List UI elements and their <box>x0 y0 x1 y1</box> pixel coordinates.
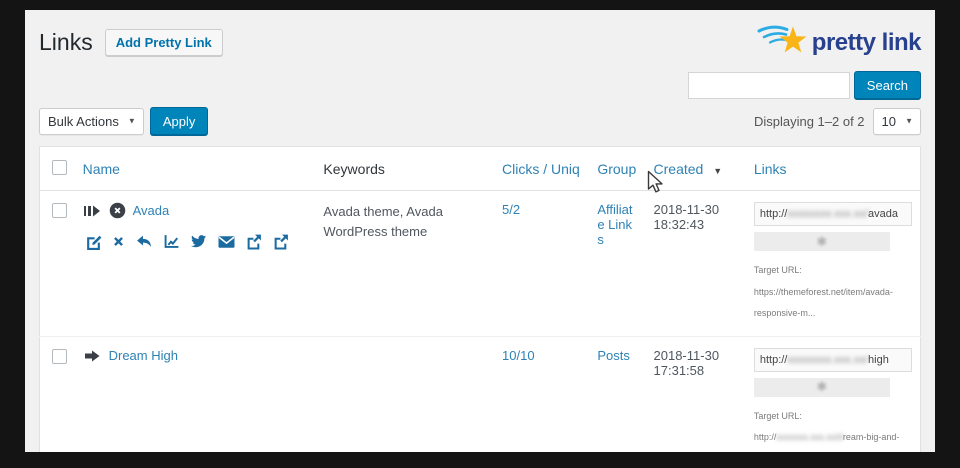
external-link-icon[interactable] <box>245 233 263 250</box>
links-cell: http://xxxxxxxx.xxx.xx/avada ✱ Target UR… <box>746 191 921 337</box>
controls-row: Bulk Actions ▼ Apply Displaying 1–2 of 2… <box>39 107 921 135</box>
keywords-cell: Avada theme, Avada WordPress theme <box>315 191 494 337</box>
target-url-label: Target URL: <box>754 265 802 275</box>
column-header-group[interactable]: Group <box>589 147 645 191</box>
url-blurred-domain: xxxxxxxx.xxx.xx/ <box>787 354 868 366</box>
table-header: Name Keywords Clicks / Uniq Group Create… <box>40 147 921 191</box>
link-name-dream-high[interactable]: Dream High <box>109 348 178 363</box>
delete-x-icon[interactable] <box>111 234 126 249</box>
bulk-actions-label: Bulk Actions <box>48 114 119 129</box>
stats-chart-icon[interactable] <box>162 233 180 250</box>
row-checkbox[interactable] <box>52 203 67 218</box>
column-header-keywords: Keywords <box>315 147 494 191</box>
column-header-links[interactable]: Links <box>746 147 921 191</box>
per-page-select[interactable]: 10 ▼ <box>873 108 921 135</box>
edit-icon[interactable] <box>85 233 102 250</box>
target-url-label: Target URL: <box>754 411 802 421</box>
links-table: Name Keywords Clicks / Uniq Group Create… <box>39 146 921 452</box>
target-url-text: Target URL: https://themeforest.net/item… <box>754 260 912 325</box>
url-slug: avada <box>868 208 898 220</box>
target-url-value: https://themeforest.net/item/avada-respo… <box>754 287 893 319</box>
bulk-actions-select[interactable]: Bulk Actions ▼ <box>39 108 144 135</box>
pretty-url-field[interactable]: http://xxxxxxxx.xxx.xx/avada <box>754 202 912 226</box>
chevron-down-icon: ▼ <box>905 117 913 126</box>
search-button[interactable]: Search <box>854 71 921 99</box>
displaying-count: Displaying 1–2 of 2 <box>754 114 865 129</box>
created-cell: 2018-11-30 18:32:43 <box>646 191 746 337</box>
url-blurred-domain: xxxxxxxx.xxx.xx/ <box>787 208 868 220</box>
column-header-clicks[interactable]: Clicks / Uniq <box>494 147 589 191</box>
table-row-avada: Avada <box>40 191 921 337</box>
bars-arrow-icon <box>83 203 102 219</box>
column-header-name[interactable]: Name <box>75 147 316 191</box>
link-name-avada[interactable]: Avada <box>133 203 170 218</box>
logo-star-swoosh-icon <box>756 23 810 62</box>
row-checkbox[interactable] <box>52 349 67 364</box>
chevron-down-icon: ▼ <box>128 117 136 126</box>
pretty-link-page: Links Add Pretty Link pretty link <box>25 10 935 452</box>
bulk-actions-group: Bulk Actions ▼ Apply <box>39 107 208 135</box>
share-icon: ✱ <box>816 234 827 250</box>
column-header-created-label[interactable]: Created <box>654 161 704 177</box>
name-cell: Avada <box>83 202 308 219</box>
column-header-created[interactable]: Created ▼ <box>646 147 746 191</box>
created-cell: 2018-11-30 17:31:58 <box>646 336 746 452</box>
social-share-bar[interactable]: ✱ <box>754 378 890 397</box>
target-url-value: http:// <box>754 432 777 442</box>
reset-arrow-icon[interactable] <box>135 233 153 250</box>
url-prefix: http:// <box>760 354 788 366</box>
social-share-bar[interactable]: ✱ <box>754 232 890 251</box>
row-actions <box>85 233 308 250</box>
twitter-icon[interactable] <box>189 233 208 250</box>
page-title: Links <box>39 28 93 58</box>
keywords-cell <box>315 336 494 452</box>
pagination-top: Displaying 1–2 of 2 10 ▼ <box>754 108 921 135</box>
target-url-text: Target URL: http://xxxxxxx.xxx.xx/dream-… <box>754 406 912 452</box>
target-url-blurred: xxxxxxx.xxx.xx/d <box>776 432 843 442</box>
search-input[interactable] <box>688 72 850 99</box>
email-icon[interactable] <box>217 234 236 250</box>
table-row-dream-high: Dream High 10/10 Posts 2018-11-30 17:31:… <box>40 336 921 452</box>
sort-desc-icon: ▼ <box>713 166 722 176</box>
share-icon: ✱ <box>816 379 827 395</box>
group-link[interactable]: Posts <box>597 348 630 363</box>
url-slug: high <box>868 354 889 366</box>
logo-text: pretty link <box>812 29 921 57</box>
links-cell: http://xxxxxxxx.xxx.xx/high ✱ Target URL… <box>746 336 921 452</box>
per-page-value: 10 <box>882 114 896 129</box>
topbar: Links Add Pretty Link pretty link <box>39 10 921 62</box>
apply-button[interactable]: Apply <box>150 107 209 135</box>
group-link[interactable]: Affiliate Links <box>597 202 632 247</box>
pretty-url-field[interactable]: http://xxxxxxxx.xxx.xx/high <box>754 348 912 372</box>
url-prefix: http:// <box>760 208 788 220</box>
name-cell: Dream High <box>83 348 308 364</box>
screen-frame: Links Add Pretty Link pretty link <box>0 0 960 468</box>
circle-x-icon <box>109 202 126 219</box>
add-pretty-link-button[interactable]: Add Pretty Link <box>105 29 223 56</box>
search-row: Search <box>39 71 921 99</box>
clicks-link[interactable]: 10/10 <box>502 348 535 363</box>
arrow-right-icon <box>83 348 102 364</box>
external-link-icon-2[interactable] <box>272 233 290 250</box>
select-all-checkbox[interactable] <box>52 160 67 175</box>
clicks-link[interactable]: 5/2 <box>502 202 520 217</box>
pretty-link-logo: pretty link <box>756 23 921 62</box>
